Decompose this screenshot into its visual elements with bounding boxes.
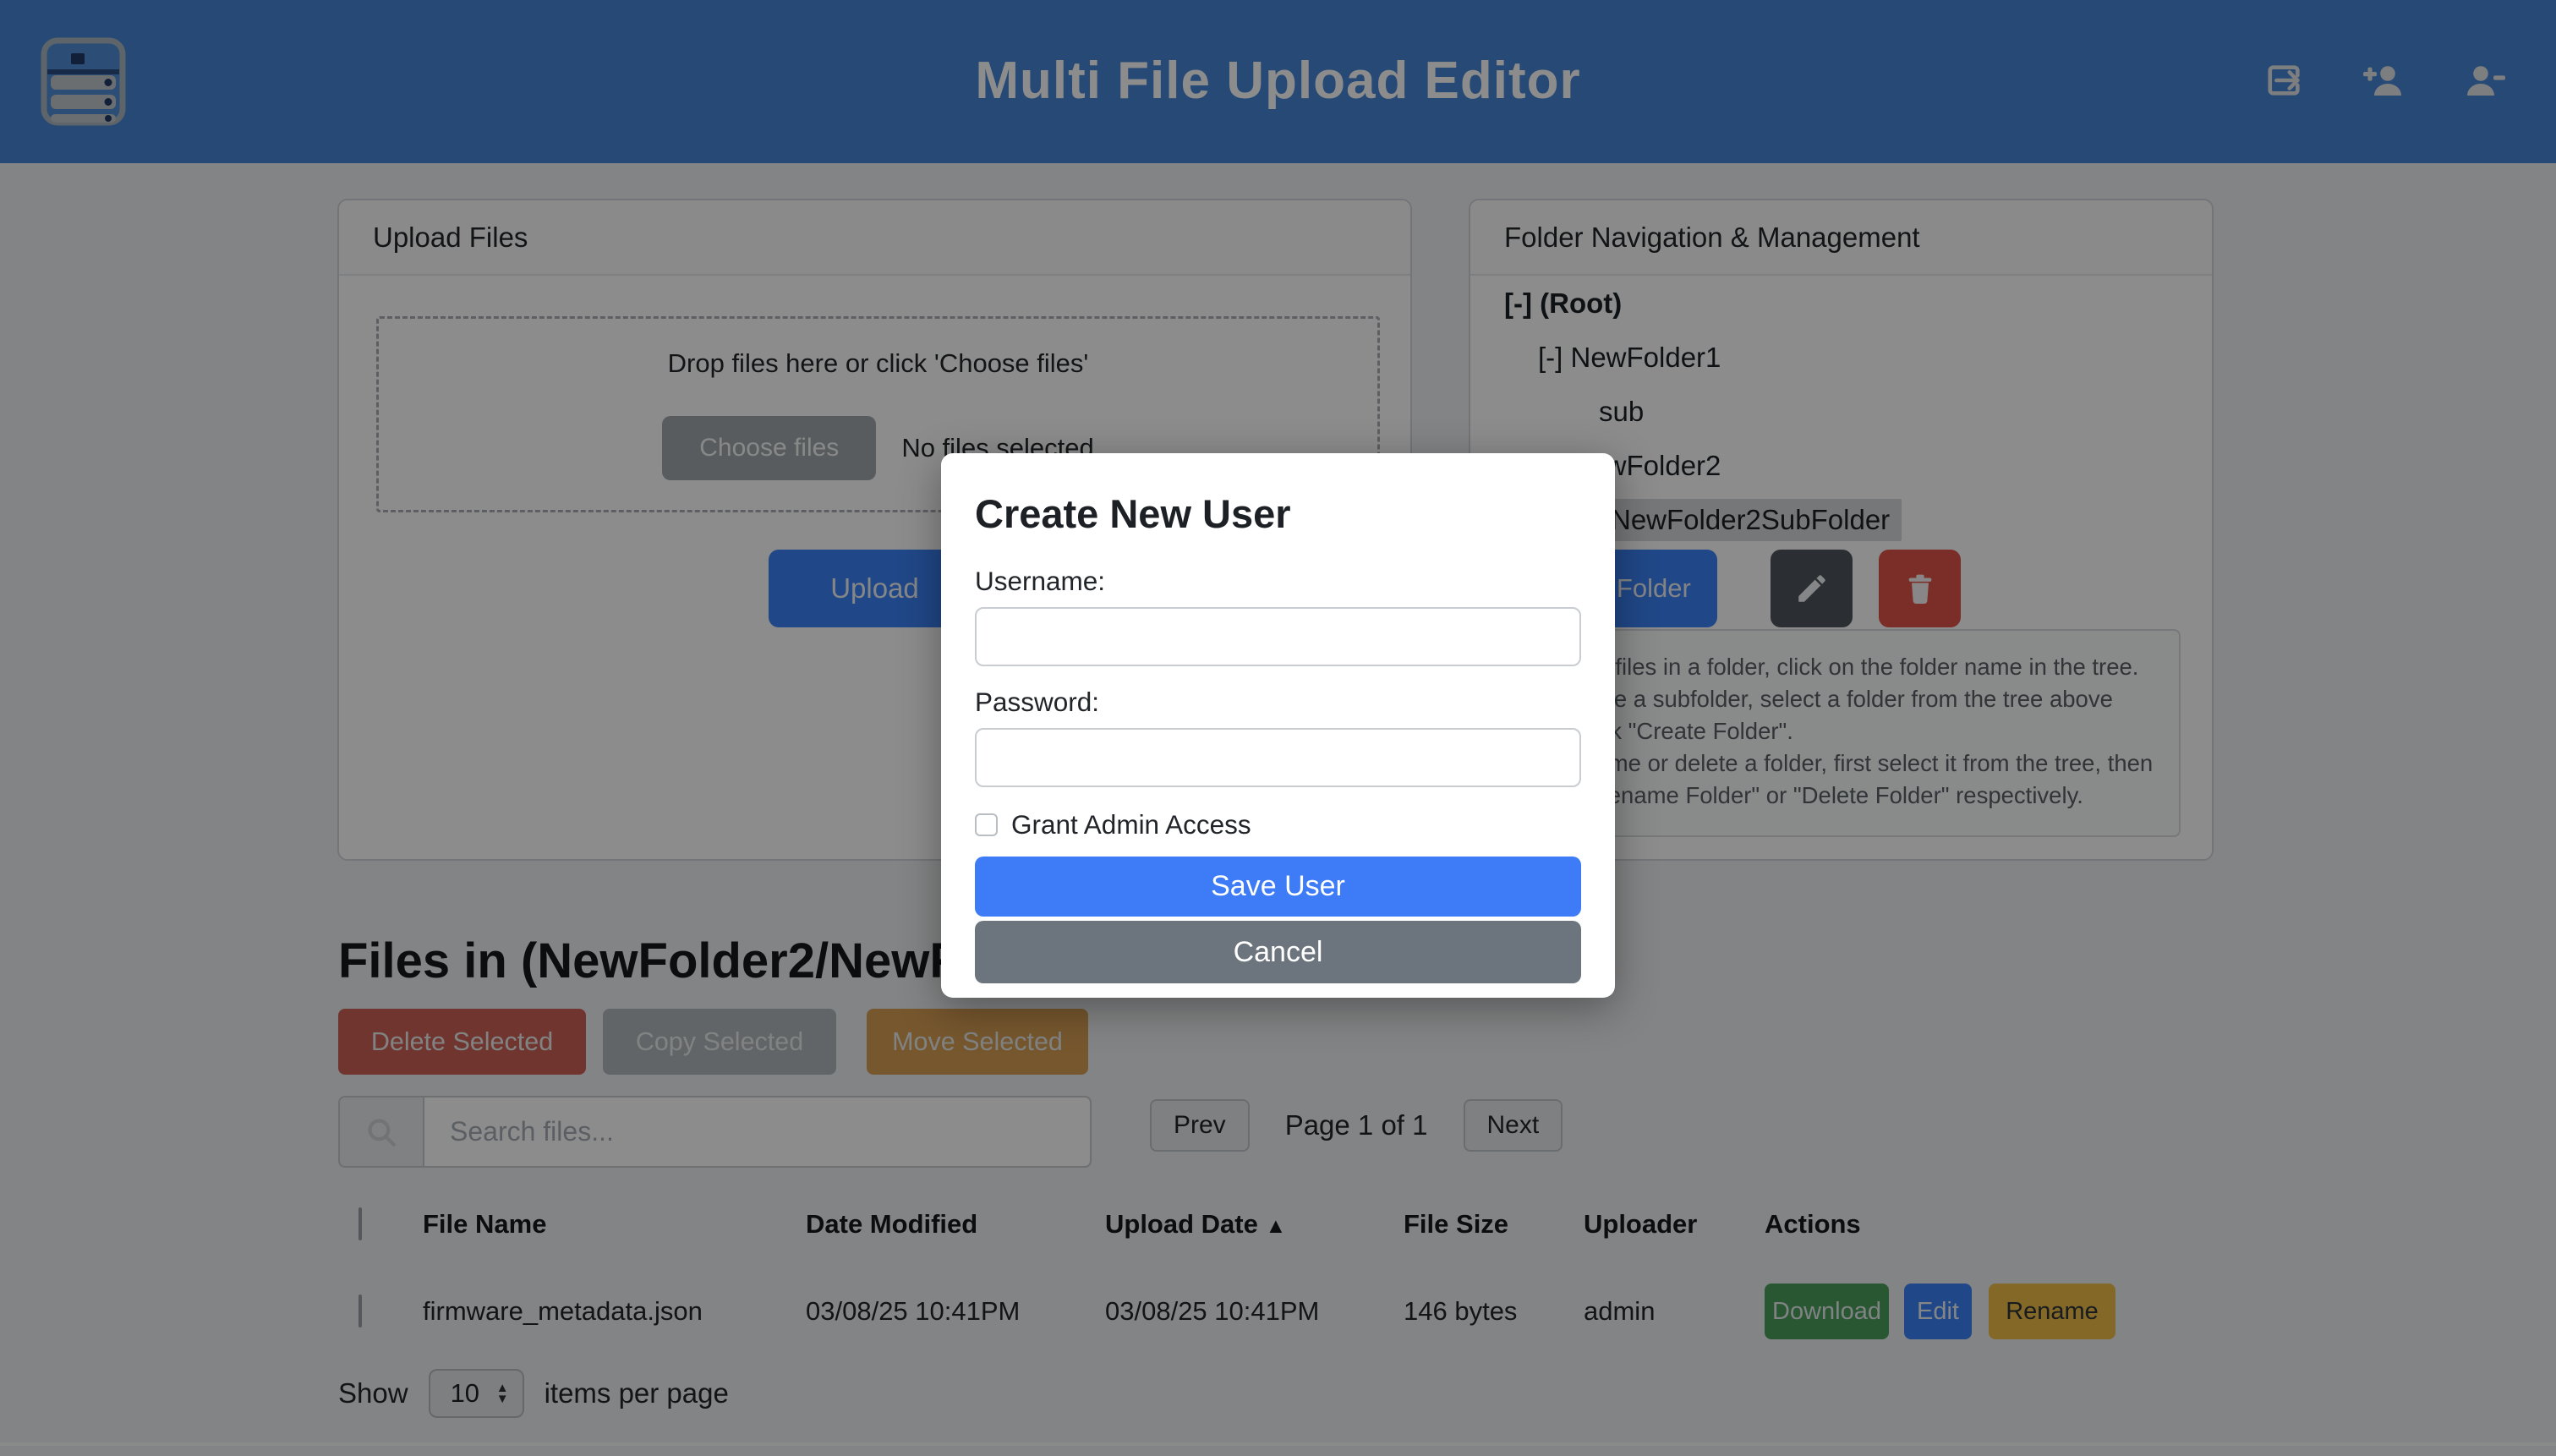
- password-field[interactable]: [975, 728, 1581, 787]
- modal-title: Create New User: [975, 490, 1581, 537]
- grant-admin-checkbox[interactable]: [975, 813, 998, 836]
- cancel-button[interactable]: Cancel: [975, 921, 1581, 983]
- create-user-modal: Create New User Username: Password: Gran…: [941, 453, 1615, 998]
- username-label: Username:: [975, 566, 1581, 597]
- grant-admin-label: Grant Admin Access: [1011, 809, 1251, 840]
- save-user-button[interactable]: Save User: [975, 857, 1581, 917]
- username-field[interactable]: [975, 607, 1581, 666]
- password-label: Password:: [975, 687, 1581, 718]
